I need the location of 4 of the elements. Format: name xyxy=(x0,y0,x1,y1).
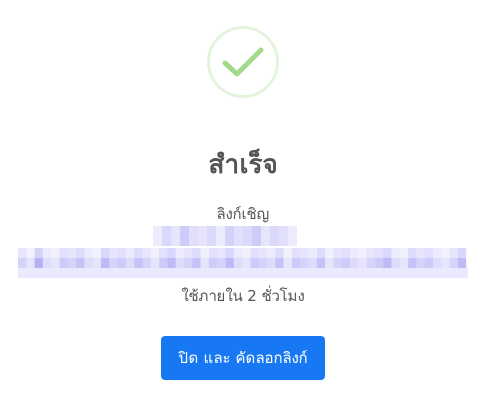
dialog-title: สำเร็จ xyxy=(208,148,278,182)
expiry-text: ใช้ภายใน 2 ชั่วโมง xyxy=(181,286,305,306)
link-label: ลิงก์เชิญ xyxy=(216,204,270,224)
close-and-copy-button[interactable]: ปิด และ คัดลอกลิงก์ xyxy=(160,336,326,380)
